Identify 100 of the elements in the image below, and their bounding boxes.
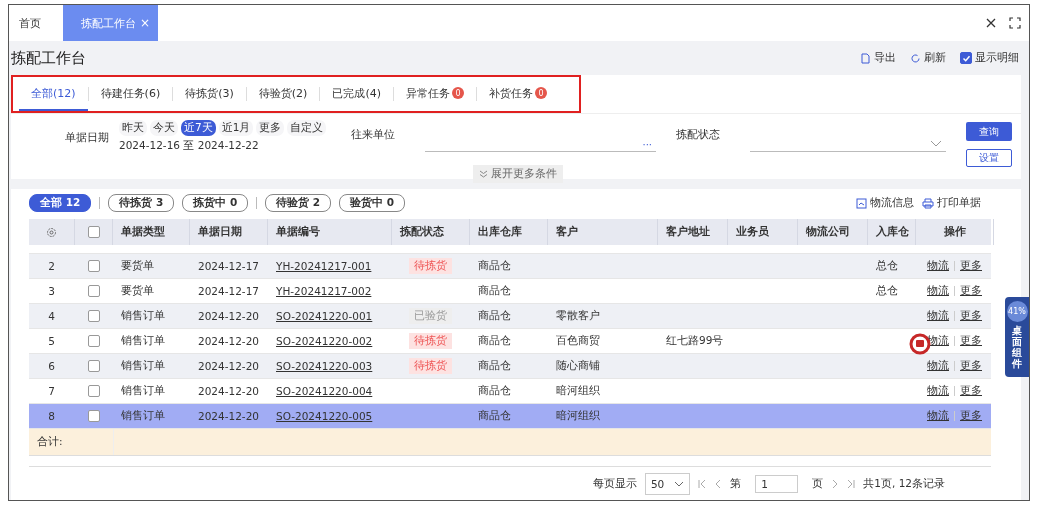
page-input[interactable]: 1 [755,475,799,493]
document-link[interactable]: SO-20241220-002 [276,335,373,347]
table-cell-text: 2024-12-20 [197,384,261,399]
action-link[interactable]: 物流 [927,409,949,423]
previous-page-icon[interactable] [715,479,723,489]
document-link[interactable]: YH-20241217-002 [276,285,372,297]
status-tab[interactable]: 待建任务(6) [88,77,173,111]
action-link[interactable]: 更多 [960,359,982,373]
show-detail-checkbox[interactable]: 显示明细 [960,51,1019,65]
status-tab[interactable]: 异常任务 0 [393,77,476,111]
row-checkbox[interactable] [87,310,100,322]
action-link[interactable]: 更多 [960,409,982,423]
filter-chip[interactable]: 全部 12 [29,194,92,212]
table-cell: 随心商铺 [556,359,600,373]
date-chip[interactable]: 更多 [256,120,285,136]
table-row[interactable]: 4 销售订单 2024-12-20 SO-20241220-001 已验货 商品仓 零散客户 物流 更多 [29,304,991,329]
table-cell-text: 要货单 [120,283,155,298]
date-chip[interactable]: 近7天 [181,120,216,136]
row-number: 7 [47,384,56,399]
query-button[interactable]: 查询 [966,122,1012,141]
table-cell-text: 商品仓 [477,383,512,398]
action-link[interactable]: 物流 [927,359,949,373]
status-tab[interactable]: 补货任务 0 [476,77,559,111]
table-cell-text: 2024-12-20 [197,409,261,424]
chevron-down-icon [930,140,942,148]
next-page-icon[interactable] [831,479,839,489]
table-row[interactable]: 8 销售订单 2024-12-20 SO-20241220-005 商品仓 暗河组织 物流 更多 [29,404,991,429]
table-row[interactable]: 6 销售订单 2024-12-20 SO-20241220-003 待拣货 商品仓 随心商铺 物流 更多 [29,354,991,379]
last-page-icon[interactable] [846,479,856,489]
row-checkbox[interactable] [87,285,100,297]
page-size-dropdown[interactable]: 50 [644,473,691,495]
table-cell-text: 商品仓 [477,258,512,273]
page-tab[interactable]: 首页 [9,5,51,41]
row-number: 8 [47,409,56,424]
fullscreen-icon[interactable] [1009,17,1021,29]
date-chip[interactable]: 今天 [150,120,178,136]
document-icon [860,52,871,64]
field-label: 拣配状态 [676,128,720,142]
filter-chip[interactable]: 验货中 0 [339,194,406,212]
action-link[interactable]: 物流 [927,384,949,398]
document-link[interactable]: SO-20241220-001 [276,310,373,322]
action-link[interactable]: 更多 [960,334,982,348]
row-checkbox[interactable] [87,360,100,372]
page-title: 拣配工作台 [11,48,86,68]
row-checkbox[interactable] [87,385,100,397]
filter-chip[interactable]: 待验货 2 [265,194,332,212]
action-link[interactable]: 更多 [960,309,982,323]
table-cell-text: 商品仓 [477,333,512,348]
status-tag: 待拣货 [409,333,452,349]
close-icon[interactable] [985,17,997,29]
partner-field[interactable]: ··· [425,137,656,152]
refresh-icon [910,52,921,64]
status-tag: 已验货 [409,308,452,324]
logistics-info-button[interactable]: 物流信息 [856,196,914,210]
filter-chip[interactable]: 拣货中 0 [182,194,249,212]
action-link[interactable]: 物流 [927,309,949,323]
row-checkbox[interactable] [87,260,100,272]
document-link[interactable]: SO-20241220-005 [276,410,373,422]
filter-chip[interactable]: 待拣货 3 [108,194,175,212]
field-label: 往来单位 [351,128,395,142]
select-all-checkbox[interactable] [87,226,100,238]
desktop-widget-button[interactable]: 41% 桌面组件 [1005,297,1029,377]
refresh-button[interactable]: 刷新 [910,51,946,65]
status-tab[interactable]: 全部(12) [19,77,88,111]
row-checkbox[interactable] [87,410,100,422]
settings-icon[interactable] [46,226,57,238]
table-cell: 总仓 [876,284,898,298]
status-tab[interactable]: 待拣货(3) [173,77,246,111]
count-badge: 0 [534,87,547,99]
action-link[interactable]: 更多 [960,384,982,398]
date-chip[interactable]: 近1月 [218,120,254,136]
row-number: 4 [47,309,56,324]
table-cell-text: 商品仓 [477,358,512,373]
row-checkbox[interactable] [87,335,100,347]
date-chip[interactable]: 自定义 [287,120,327,136]
status-tab[interactable]: 待验货(2) [246,77,320,111]
status-tab[interactable]: 已完成(4) [320,77,393,111]
table-cell-text: 商品仓 [477,308,512,323]
row-number: 5 [47,334,56,349]
table-cell-text: 要货单 [120,258,155,273]
print-button[interactable]: 打印单据 [922,196,981,210]
row-number: 6 [47,359,56,374]
action-link[interactable]: 更多 [960,284,982,298]
row-number: 3 [47,284,56,299]
table-cell-text: 2024-12-20 [197,334,261,349]
action-link[interactable]: 物流 [927,259,949,273]
table-cell-text: 商品仓 [477,283,512,298]
document-link[interactable]: YH-20241217-001 [276,260,372,272]
expand-button[interactable]: 展开更多条件 [473,165,563,183]
settings-button[interactable]: 设置 [966,149,1012,167]
export-button[interactable]: 导出 [860,51,896,65]
document-link[interactable]: SO-20241220-003 [276,360,373,372]
check-icon [961,53,971,63]
page-label: 第 [730,477,742,491]
date-chip[interactable]: 昨天 [119,120,147,136]
action-link[interactable]: 物流 [927,284,949,298]
action-link[interactable]: 更多 [960,259,982,273]
table-row[interactable]: 2 要货单 2024-12-17 YH-20241217-001 待拣货 商品仓 总仓 物流 更多 [29,254,991,279]
document-link[interactable]: SO-20241220-004 [276,385,373,397]
first-page-icon[interactable] [698,479,708,489]
